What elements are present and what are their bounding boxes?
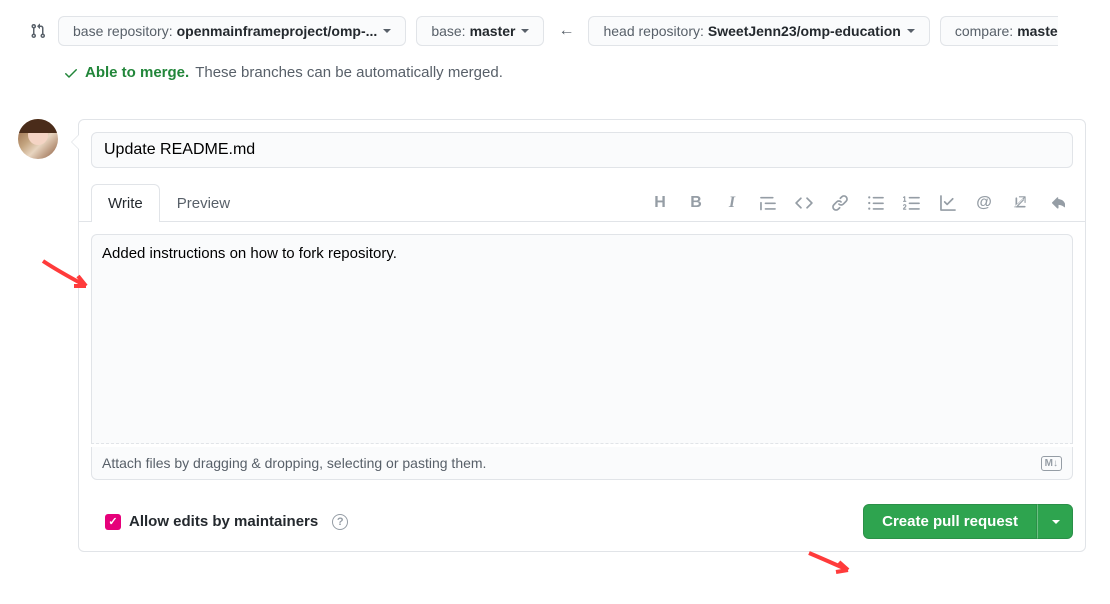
pr-description-textarea[interactable] [91,234,1073,444]
bullet-list-icon[interactable] [867,194,885,212]
attach-hint: Attach files by dragging & dropping, sel… [102,455,486,471]
allow-edits-label: Allow edits by maintainers [129,513,318,530]
caret-icon [907,29,915,33]
preview-tab[interactable]: Preview [160,184,247,222]
base-repo-label: base repository: [73,23,173,39]
write-tab[interactable]: Write [91,184,160,222]
comment-body-wrap: Attach files by dragging & dropping, sel… [79,222,1085,492]
tabs-row: Write Preview H B I [79,184,1085,222]
pr-title-input[interactable] [91,132,1073,168]
reply-icon[interactable] [1047,194,1065,212]
bold-icon[interactable]: B [687,194,705,212]
base-repository-selector[interactable]: base repository: openmainframeproject/om… [58,16,406,46]
attach-files-row[interactable]: Attach files by dragging & dropping, sel… [91,447,1073,480]
allow-edits-row[interactable]: ✓ Allow edits by maintainers ? [91,513,348,530]
mention-icon[interactable]: @ [975,194,993,212]
cross-reference-icon[interactable] [1011,194,1029,212]
markdown-icon[interactable]: M↓ [1041,456,1062,471]
compare-branch-selector[interactable]: compare: maste [940,16,1058,46]
caret-icon [1052,520,1060,524]
create-pr-button[interactable]: Create pull request [863,504,1037,539]
heading-icon[interactable]: H [651,194,669,212]
caret-icon [521,29,529,33]
base-branch-selector[interactable]: base: master [416,16,544,46]
tasklist-icon[interactable] [939,194,957,212]
compare-label: compare: [955,23,1013,39]
base-repo-value: openmainframeproject/omp-... [177,23,378,39]
head-repo-label: head repository: [603,23,703,39]
numbered-list-icon[interactable] [903,194,921,212]
pr-form: Write Preview H B I [78,119,1086,552]
base-label: base: [431,23,465,39]
form-footer: ✓ Allow edits by maintainers ? Create pu… [79,492,1085,551]
merge-message: These branches can be automatically merg… [195,64,503,81]
arrow-left-icon: ← [554,22,578,40]
annotation-arrow [806,550,856,580]
code-icon[interactable] [795,194,813,212]
italic-icon[interactable]: I [723,194,741,212]
base-value: master [470,23,516,39]
link-icon[interactable] [831,194,849,212]
able-to-merge-label: Able to merge. [85,64,189,81]
create-pr-button-group: Create pull request [863,504,1073,539]
branch-selector-row: base repository: openmainframeproject/om… [28,16,1082,46]
allow-edits-checkbox[interactable]: ✓ [105,514,121,530]
help-icon[interactable]: ? [332,514,348,530]
formatting-toolbar: H B I @ [651,194,1073,212]
merge-status-row: Able to merge. These branches can be aut… [28,64,1082,81]
caret-icon [383,29,391,33]
head-repo-value: SweetJenn23/omp-education [708,23,901,39]
head-repository-selector[interactable]: head repository: SweetJenn23/omp-educati… [588,16,929,46]
create-pr-dropdown[interactable] [1037,504,1073,539]
speech-bubble-tip [71,134,79,150]
quote-icon[interactable] [759,194,777,212]
compare-icon [28,21,48,41]
compare-value: maste [1017,23,1057,39]
check-icon [63,65,79,81]
user-avatar[interactable] [18,119,58,159]
